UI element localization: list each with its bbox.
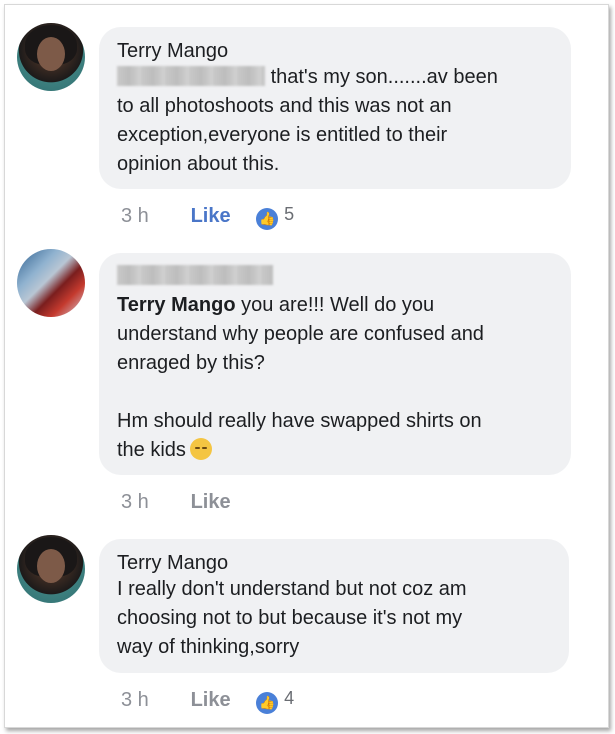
comment-line: you are!!! Well do you: [241, 294, 435, 316]
like-button[interactable]: Like: [191, 205, 231, 228]
author-name[interactable]: Terry Mango: [117, 551, 551, 575]
mention-link[interactable]: Terry Mango: [117, 294, 236, 316]
comment-bubble: Terry Mango you are!!! Well do you under…: [99, 253, 571, 475]
like-thumb-icon: 👍: [256, 208, 279, 230]
comment-line: exception,everyone is entitled to their: [117, 124, 448, 146]
comment-thread: Terry Mango that's my son.......av been …: [4, 4, 609, 728]
comment-line: the kids: [117, 439, 186, 461]
comment-bubble: Terry Mango that's my son.......av been …: [99, 27, 571, 189]
redacted-name: [117, 66, 265, 86]
avatar[interactable]: [17, 249, 85, 317]
comment-line: I really don't understand but not coz am: [117, 578, 467, 600]
disappointed-face-emoji: [189, 438, 212, 460]
comment-bubble: Terry Mango I really don't understand bu…: [99, 539, 569, 673]
timestamp[interactable]: 3 h: [121, 205, 185, 228]
comment-text: Terry Mango you are!!! Well do you under…: [117, 291, 553, 465]
reaction-summary[interactable]: 👍 4: [256, 687, 294, 714]
avatar-face: [37, 549, 65, 583]
comment-meta: 3 h Like 👍 5: [121, 203, 294, 230]
timestamp[interactable]: 3 h: [121, 689, 185, 712]
reaction-summary[interactable]: 👍 5: [256, 203, 294, 230]
comment-meta: 3 h Like 👍 4: [121, 687, 294, 714]
reaction-count: 5: [284, 204, 295, 224]
comment-line: opinion about this.: [117, 153, 280, 175]
redacted-name: [117, 265, 273, 285]
like-button[interactable]: Like: [191, 689, 231, 712]
author-name[interactable]: Terry Mango: [117, 39, 553, 63]
comment-line: to all photoshoots and this was not an: [117, 95, 452, 117]
timestamp[interactable]: 3 h: [121, 491, 185, 514]
avatar[interactable]: [17, 535, 85, 603]
reaction-count: 4: [284, 688, 295, 708]
comment-line: understand why people are confused and: [117, 323, 484, 345]
comment-meta: 3 h Like: [121, 491, 251, 514]
comment-text: that's my son.......av been to all photo…: [117, 63, 553, 179]
comment-line: enraged by this?: [117, 352, 265, 374]
like-thumb-icon: 👍: [256, 692, 279, 714]
comment-text: I really don't understand but not coz am…: [117, 575, 551, 662]
comment-line: Hm should really have swapped shirts on: [117, 410, 482, 432]
like-button[interactable]: Like: [191, 491, 231, 514]
avatar[interactable]: [17, 23, 85, 91]
comment-line: way of thinking,sorry: [117, 636, 300, 658]
comment-line: choosing not to but because it's not my: [117, 607, 463, 629]
comment-line: that's my son.......av been: [270, 66, 498, 88]
avatar-face: [37, 37, 65, 71]
